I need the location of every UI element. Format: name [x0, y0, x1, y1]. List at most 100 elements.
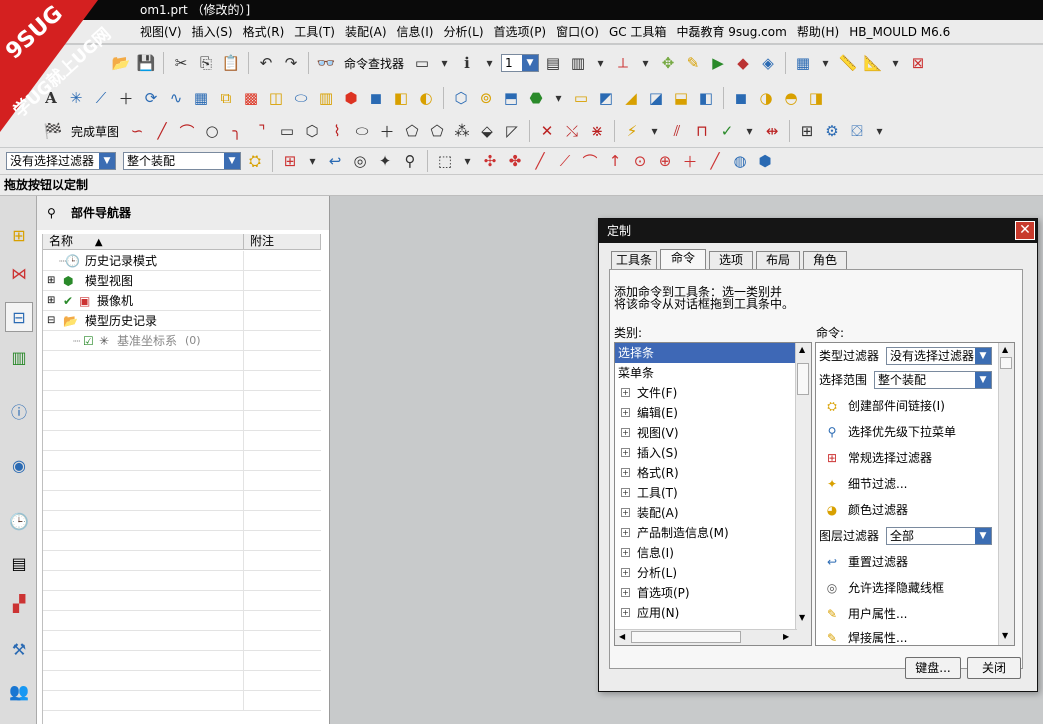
unite-icon[interactable]: ◼ — [730, 87, 752, 109]
chevron-down-icon[interactable]: ▾ — [481, 52, 498, 74]
scroll-thumb[interactable] — [797, 363, 809, 395]
command-item[interactable]: ⚲ 选择优先级下拉菜单 ▶ — [816, 419, 1008, 445]
command-finder-button[interactable]: 命令查找器 — [340, 55, 408, 72]
select-leaf-icon[interactable]: ⚲ — [399, 150, 421, 172]
save-icon[interactable]: 💾 — [135, 52, 157, 74]
chamfer-sketch-icon[interactable]: ⌝ — [251, 120, 273, 142]
menu-info[interactable]: 信息(I) — [397, 23, 444, 40]
category-item[interactable]: + 工具(T) — [615, 483, 795, 503]
copy-icon[interactable]: ⎘ — [195, 52, 217, 74]
hidden-wireframe-icon[interactable]: ◎ — [349, 150, 371, 172]
expand-icon[interactable]: + — [621, 408, 630, 417]
history-icon[interactable]: 🕒 — [5, 506, 33, 536]
draft-icon[interactable]: ◩ — [595, 87, 617, 109]
snap-quadrant-icon[interactable]: ⊕ — [654, 150, 676, 172]
tree-row[interactable]: ⊞ ⬢ 模型视图 — [43, 271, 321, 291]
window-icon[interactable]: ▭ — [411, 52, 433, 74]
expand-icon[interactable]: + — [621, 448, 630, 457]
expand-icon[interactable]: + — [621, 608, 630, 617]
paste-icon[interactable]: 📋 — [220, 52, 242, 74]
category-item[interactable]: + 插入(S) — [615, 443, 795, 463]
binoculars-icon[interactable]: 👓 — [315, 52, 337, 74]
column-header-name[interactable]: 名称 ▲ — [43, 234, 244, 250]
chevron-down-icon[interactable]: ▾ — [304, 150, 321, 172]
expand-icon[interactable]: + — [621, 488, 630, 497]
scroll-up-icon[interactable]: ▲ — [799, 345, 805, 354]
snap-line-icon[interactable]: ╱ — [529, 150, 551, 172]
project-curve-icon[interactable]: ◸ — [501, 120, 523, 142]
command-item[interactable]: ◕ 颜色过滤器 — [816, 497, 998, 523]
category-item[interactable]: + 产品制造信息(M) — [615, 523, 795, 543]
through-curves-icon[interactable]: ▩ — [240, 87, 262, 109]
menu-window[interactable]: 窗口(O) — [556, 23, 609, 40]
command-item[interactable]: ⛭ 创建部件间链接(I) — [816, 393, 998, 419]
ruler-icon[interactable]: 📏 — [837, 52, 859, 74]
category-item[interactable]: + 装配(A) — [615, 503, 795, 523]
pin-icon[interactable]: ⚲ — [47, 196, 56, 230]
chamfer-icon[interactable]: ◪ — [645, 87, 667, 109]
tree-row[interactable]: ⊞ ✔ ▣ 摄像机 — [43, 291, 321, 311]
hole-icon[interactable]: ⊚ — [475, 87, 497, 109]
transform-icon[interactable]: ◆ — [732, 52, 754, 74]
type-filter-dropdown[interactable]: 没有选择过滤器 ▼ — [886, 347, 992, 365]
offset-curve-icon[interactable]: ⬠ — [401, 120, 423, 142]
category-list[interactable]: 选择条 菜单条 + 文件(F) + 编辑(E) + 视图(V) + 插入(S) + 格式(… — [614, 342, 812, 646]
edit-object-icon[interactable]: ✎ — [682, 52, 704, 74]
paint-icon[interactable]: ⛋ — [846, 120, 868, 142]
blend-icon[interactable]: ◢ — [620, 87, 642, 109]
snap-endpoint-icon[interactable]: ✣ — [479, 150, 501, 172]
hd3d-tools-icon[interactable]: ⓘ — [5, 396, 33, 426]
manufacturing-wizards-icon[interactable]: ⚒ — [5, 634, 33, 664]
scroll-up-icon[interactable]: ▲ — [1002, 345, 1008, 354]
reuse-library-icon[interactable]: ▥ — [5, 342, 33, 372]
category-horizontal-scrollbar[interactable]: ◀ ▶ — [615, 629, 797, 645]
fillet-icon[interactable]: ╮ — [226, 120, 248, 142]
pad-icon[interactable]: ▭ — [570, 87, 592, 109]
curve-icon[interactable]: ∿ — [165, 87, 187, 109]
menu-assembly[interactable]: 装配(A) — [345, 23, 397, 40]
command-item[interactable]: ↩ 重置过滤器 — [816, 549, 998, 575]
subtract-icon[interactable]: ◑ — [755, 87, 777, 109]
process-studio-icon[interactable]: ▞ — [5, 588, 33, 618]
layer-settings-icon[interactable]: ▤ — [542, 52, 564, 74]
snap-onface-icon[interactable]: ╱ — [704, 150, 726, 172]
category-item[interactable]: 菜单条 — [615, 363, 795, 383]
menu-format[interactable]: 格式(R) — [243, 23, 295, 40]
menu-education[interactable]: 中磊教育 9sug.com — [676, 23, 796, 40]
close-icon[interactable]: ✕ — [1015, 221, 1035, 240]
quick-extend-icon[interactable]: ⤯ — [561, 120, 583, 142]
chevron-down-icon[interactable]: ▾ — [741, 120, 758, 142]
tool-settings-icon[interactable]: ⚙ — [821, 120, 843, 142]
revolve-icon[interactable]: ◐ — [415, 87, 437, 109]
expand-icon[interactable]: + — [621, 468, 630, 477]
cut-icon[interactable]: ✂ — [170, 52, 192, 74]
checkbox-checked-icon[interactable]: ☑ — [83, 331, 94, 351]
scroll-thumb[interactable] — [631, 631, 741, 643]
play-icon[interactable]: ▶ — [707, 52, 729, 74]
polygon-icon[interactable]: ⬡ — [301, 120, 323, 142]
menu-preferences[interactable]: 首选项(P) — [494, 23, 557, 40]
expand-icon[interactable]: ⊞ — [47, 291, 55, 311]
trim-body-icon[interactable]: ⬓ — [670, 87, 692, 109]
make-corner-icon[interactable]: ⋇ — [586, 120, 608, 142]
sweep-icon[interactable]: ⧉ — [215, 87, 237, 109]
command-item[interactable]: ✦ 细节过滤... — [816, 471, 998, 497]
scope-dropdown[interactable]: 整个装配 ▼ — [874, 371, 992, 389]
category-item[interactable]: + 信息(I) — [615, 543, 795, 563]
chevron-down-icon[interactable]: ▾ — [592, 52, 609, 74]
arc-icon[interactable]: ⌒ — [176, 120, 198, 142]
snap-intersection-icon[interactable]: ↑ — [604, 150, 626, 172]
category-item[interactable]: + 格式(R) — [615, 463, 795, 483]
chevron-down-icon[interactable]: ▾ — [637, 52, 654, 74]
block-icon[interactable]: ◼ — [365, 87, 387, 109]
select-info-icon[interactable]: ℹ — [456, 52, 478, 74]
move-object-icon[interactable]: ✥ — [657, 52, 679, 74]
intersection-point-icon[interactable]: ⬙ — [476, 120, 498, 142]
feature-group-icon[interactable]: ⬣ — [525, 87, 547, 109]
expand-icon[interactable]: + — [621, 588, 630, 597]
sketch-point-icon[interactable]: ＋ — [376, 120, 398, 142]
mesh-icon[interactable]: ▦ — [190, 87, 212, 109]
extrude-icon[interactable]: ◧ — [390, 87, 412, 109]
menu-insert[interactable]: 插入(S) — [192, 23, 243, 40]
reattach-icon[interactable]: ⇹ — [761, 120, 783, 142]
